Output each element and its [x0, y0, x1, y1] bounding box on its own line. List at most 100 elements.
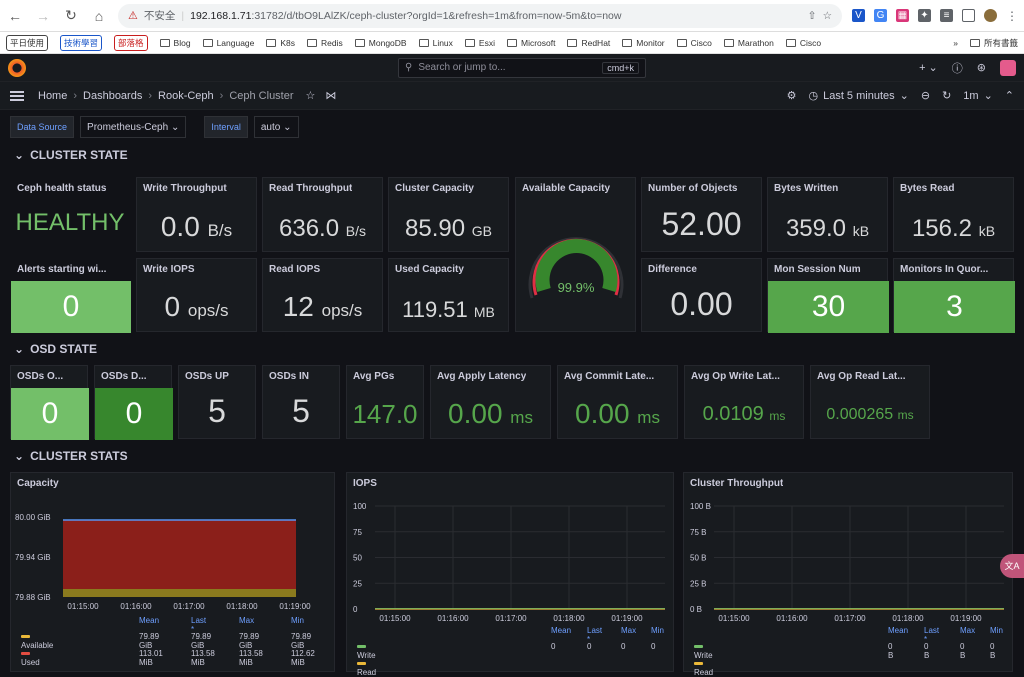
legend-series[interactable]: Write — [694, 642, 713, 660]
translate-bubble-icon[interactable]: 文A — [1000, 554, 1024, 578]
panel-bytes-read[interactable]: Bytes Read 156.2 kB — [893, 177, 1014, 252]
panel-mon-session[interactable]: Mon Session Num 30 — [767, 258, 889, 333]
home-icon[interactable]: ⌂ — [90, 7, 108, 25]
bookmark-folder[interactable]: Cisco — [785, 38, 821, 48]
legend-header[interactable]: Min — [990, 626, 1003, 635]
add-menu-button[interactable]: + ⌄ — [919, 61, 938, 74]
bookmark-folder[interactable]: MongoDB — [354, 38, 407, 48]
legend-header[interactable]: Mean — [551, 626, 571, 635]
reload-icon[interactable]: ↻ — [62, 7, 80, 25]
star-icon[interactable]: ☆ — [306, 89, 316, 102]
breadcrumb-dashboards[interactable]: Dashboards — [83, 90, 142, 102]
share-icon[interactable]: ⋈ — [325, 89, 336, 102]
all-bookmarks[interactable]: 所有書籤 — [969, 37, 1018, 49]
profile-avatar[interactable] — [984, 9, 997, 22]
playlist-icon[interactable]: ≡ — [940, 9, 953, 22]
bookmark-folder[interactable]: Esxi — [464, 38, 495, 48]
legend-series[interactable]: Available — [21, 632, 53, 650]
bookmarks-overflow[interactable]: » — [953, 38, 958, 48]
legend-header[interactable]: Mean — [139, 616, 159, 625]
panel-write-throughput[interactable]: Write Throughput 0.0 B/s — [136, 177, 257, 252]
time-picker[interactable]: ◷ Last 5 minutes ⌄ — [808, 89, 908, 103]
bookmark-blog-btn[interactable]: 部落格 — [114, 34, 148, 51]
panel-op-write-latency[interactable]: Avg Op Write Lat... 0.0109 ms — [684, 365, 804, 439]
datasource-select[interactable]: Prometheus-Ceph ⌄ — [80, 116, 187, 138]
panel-osds-up[interactable]: OSDs UP 5 — [178, 365, 256, 439]
legend-series[interactable]: Used — [21, 649, 40, 667]
menu-dots-icon[interactable]: ⋮ — [1006, 9, 1018, 23]
panel-number-objects[interactable]: Number of Objects 52.00 — [641, 177, 762, 252]
panel-available-capacity[interactable]: Available Capacity 99.9% — [515, 177, 636, 332]
bookmark-folder[interactable]: Monitor — [622, 38, 665, 48]
panel-capacity-chart[interactable]: Capacity 80.00 GiB 79.94 GiB 79.88 GiB 01:1… — [10, 472, 335, 672]
legend-header[interactable]: Max — [960, 626, 975, 635]
row-osd-state[interactable]: ⌄ OSD STATE — [0, 338, 400, 360]
sidepanel-icon[interactable] — [962, 9, 975, 22]
user-avatar[interactable] — [1000, 59, 1016, 76]
row-cluster-state[interactable]: ⌄ CLUSTER STATE — [0, 144, 1024, 166]
menu-icon[interactable] — [10, 90, 24, 101]
refresh-icon[interactable]: ↻ — [942, 89, 951, 102]
legend-series[interactable]: Read — [357, 659, 376, 677]
panel-throughput-chart[interactable]: Cluster Throughput 100 B 75 B 50 B 25 B 0 B 0… — [683, 472, 1013, 677]
help-icon[interactable]: ⓘ — [952, 60, 963, 76]
panel-write-iops[interactable]: Write IOPS 0 ops/s — [136, 258, 257, 332]
breadcrumb-home[interactable]: Home — [38, 90, 67, 102]
interval-select[interactable]: auto ⌄ — [253, 116, 299, 138]
panel-op-read-latency[interactable]: Avg Op Read Lat... 0.000265 ms — [810, 365, 930, 439]
bookmark-folder[interactable]: Cisco — [676, 38, 712, 48]
legend-header[interactable]: Max — [621, 626, 636, 635]
panel-osds-down[interactable]: OSDs D... 0 — [94, 365, 173, 440]
panel-commit-latency[interactable]: Avg Commit Late... 0.00 ms — [557, 365, 678, 439]
panel-osds-in[interactable]: OSDs IN 5 — [262, 365, 340, 439]
row-cluster-stats[interactable]: ⌄ CLUSTER STATS — [0, 445, 400, 467]
panel-monitors-quorum[interactable]: Monitors In Quor... 3 — [893, 258, 1015, 333]
bookmark-folder[interactable]: Redis — [307, 38, 343, 48]
panel-read-iops[interactable]: Read IOPS 12 ops/s — [262, 258, 383, 332]
legend-series[interactable]: Read — [694, 659, 713, 677]
bookmark-folder[interactable]: Linux — [418, 38, 453, 48]
panel-alerts[interactable]: Alerts starting wi... 0 — [10, 258, 131, 333]
bookmark-folder[interactable]: Marathon — [723, 38, 774, 48]
back-icon[interactable]: ← — [6, 7, 24, 25]
panel-ceph-health[interactable]: Ceph health status HEALTHY — [10, 177, 130, 252]
bookmark-folder[interactable]: Microsoft — [506, 38, 555, 48]
extension-pink-icon[interactable]: ▦ — [896, 9, 909, 22]
grafana-logo[interactable] — [8, 58, 26, 77]
variables-bar: Data Source Prometheus-Ceph ⌄ Interval a… — [0, 110, 1024, 144]
legend-series[interactable]: Write — [357, 642, 376, 660]
panel-osds-out[interactable]: OSDs O... 0 — [10, 365, 89, 440]
panel-iops-chart[interactable]: IOPS 100 75 50 25 0 01:15:00 01:16:00 01:17:00 0… — [346, 472, 674, 677]
settings-icon[interactable]: ⚙ — [787, 89, 797, 102]
share-icon[interactable]: ⇧ — [808, 10, 817, 22]
search-input[interactable]: ⚲ Search or jump to... cmd+k — [398, 57, 646, 78]
breadcrumb-folder[interactable]: Rook-Ceph — [158, 90, 214, 102]
panel-bytes-written[interactable]: Bytes Written 359.0 kB — [767, 177, 888, 252]
address-bar[interactable]: ⚠ 不安全 | 192.168.1.71:31782/d/tbO9LAlZK/c… — [118, 3, 842, 28]
news-icon[interactable]: ⊛ — [977, 61, 986, 74]
puzzle-icon[interactable]: ✦ — [918, 9, 931, 22]
panel-read-throughput[interactable]: Read Throughput 636.0 B/s — [262, 177, 383, 252]
bookmark-folder[interactable]: RedHat — [567, 38, 610, 48]
zoom-out-icon[interactable]: ⊖ — [921, 89, 930, 102]
extension-v-icon[interactable]: V — [852, 9, 865, 22]
bookmark-folder[interactable]: K8s — [266, 38, 295, 48]
legend-header[interactable]: Max — [239, 616, 254, 625]
panel-difference[interactable]: Difference 0.00 — [641, 258, 762, 332]
panel-cluster-capacity[interactable]: Cluster Capacity 85.90 GB — [388, 177, 509, 252]
bookmark-tech[interactable]: 技術學習 — [60, 34, 103, 51]
bookmark-folder[interactable]: Blog — [159, 38, 191, 48]
bookmark-daily[interactable]: 平日使用 — [6, 34, 49, 51]
collapse-icon[interactable]: ⌃ — [1005, 89, 1014, 102]
legend-header[interactable]: Mean — [888, 626, 908, 635]
panel-avg-pgs[interactable]: Avg PGs 147.0 — [346, 365, 424, 439]
panel-used-capacity[interactable]: Used Capacity 119.51 MB — [388, 258, 509, 332]
bookmark-folder[interactable]: Language — [202, 38, 254, 48]
legend-header[interactable]: Min — [291, 616, 304, 625]
translate-icon[interactable]: G — [874, 9, 887, 22]
refresh-interval[interactable]: 1m ⌄ — [963, 89, 993, 103]
star-icon[interactable]: ☆ — [823, 10, 832, 22]
forward-icon[interactable]: → — [34, 7, 52, 25]
legend-header[interactable]: Min — [651, 626, 664, 635]
panel-apply-latency[interactable]: Avg Apply Latency 0.00 ms — [430, 365, 551, 439]
